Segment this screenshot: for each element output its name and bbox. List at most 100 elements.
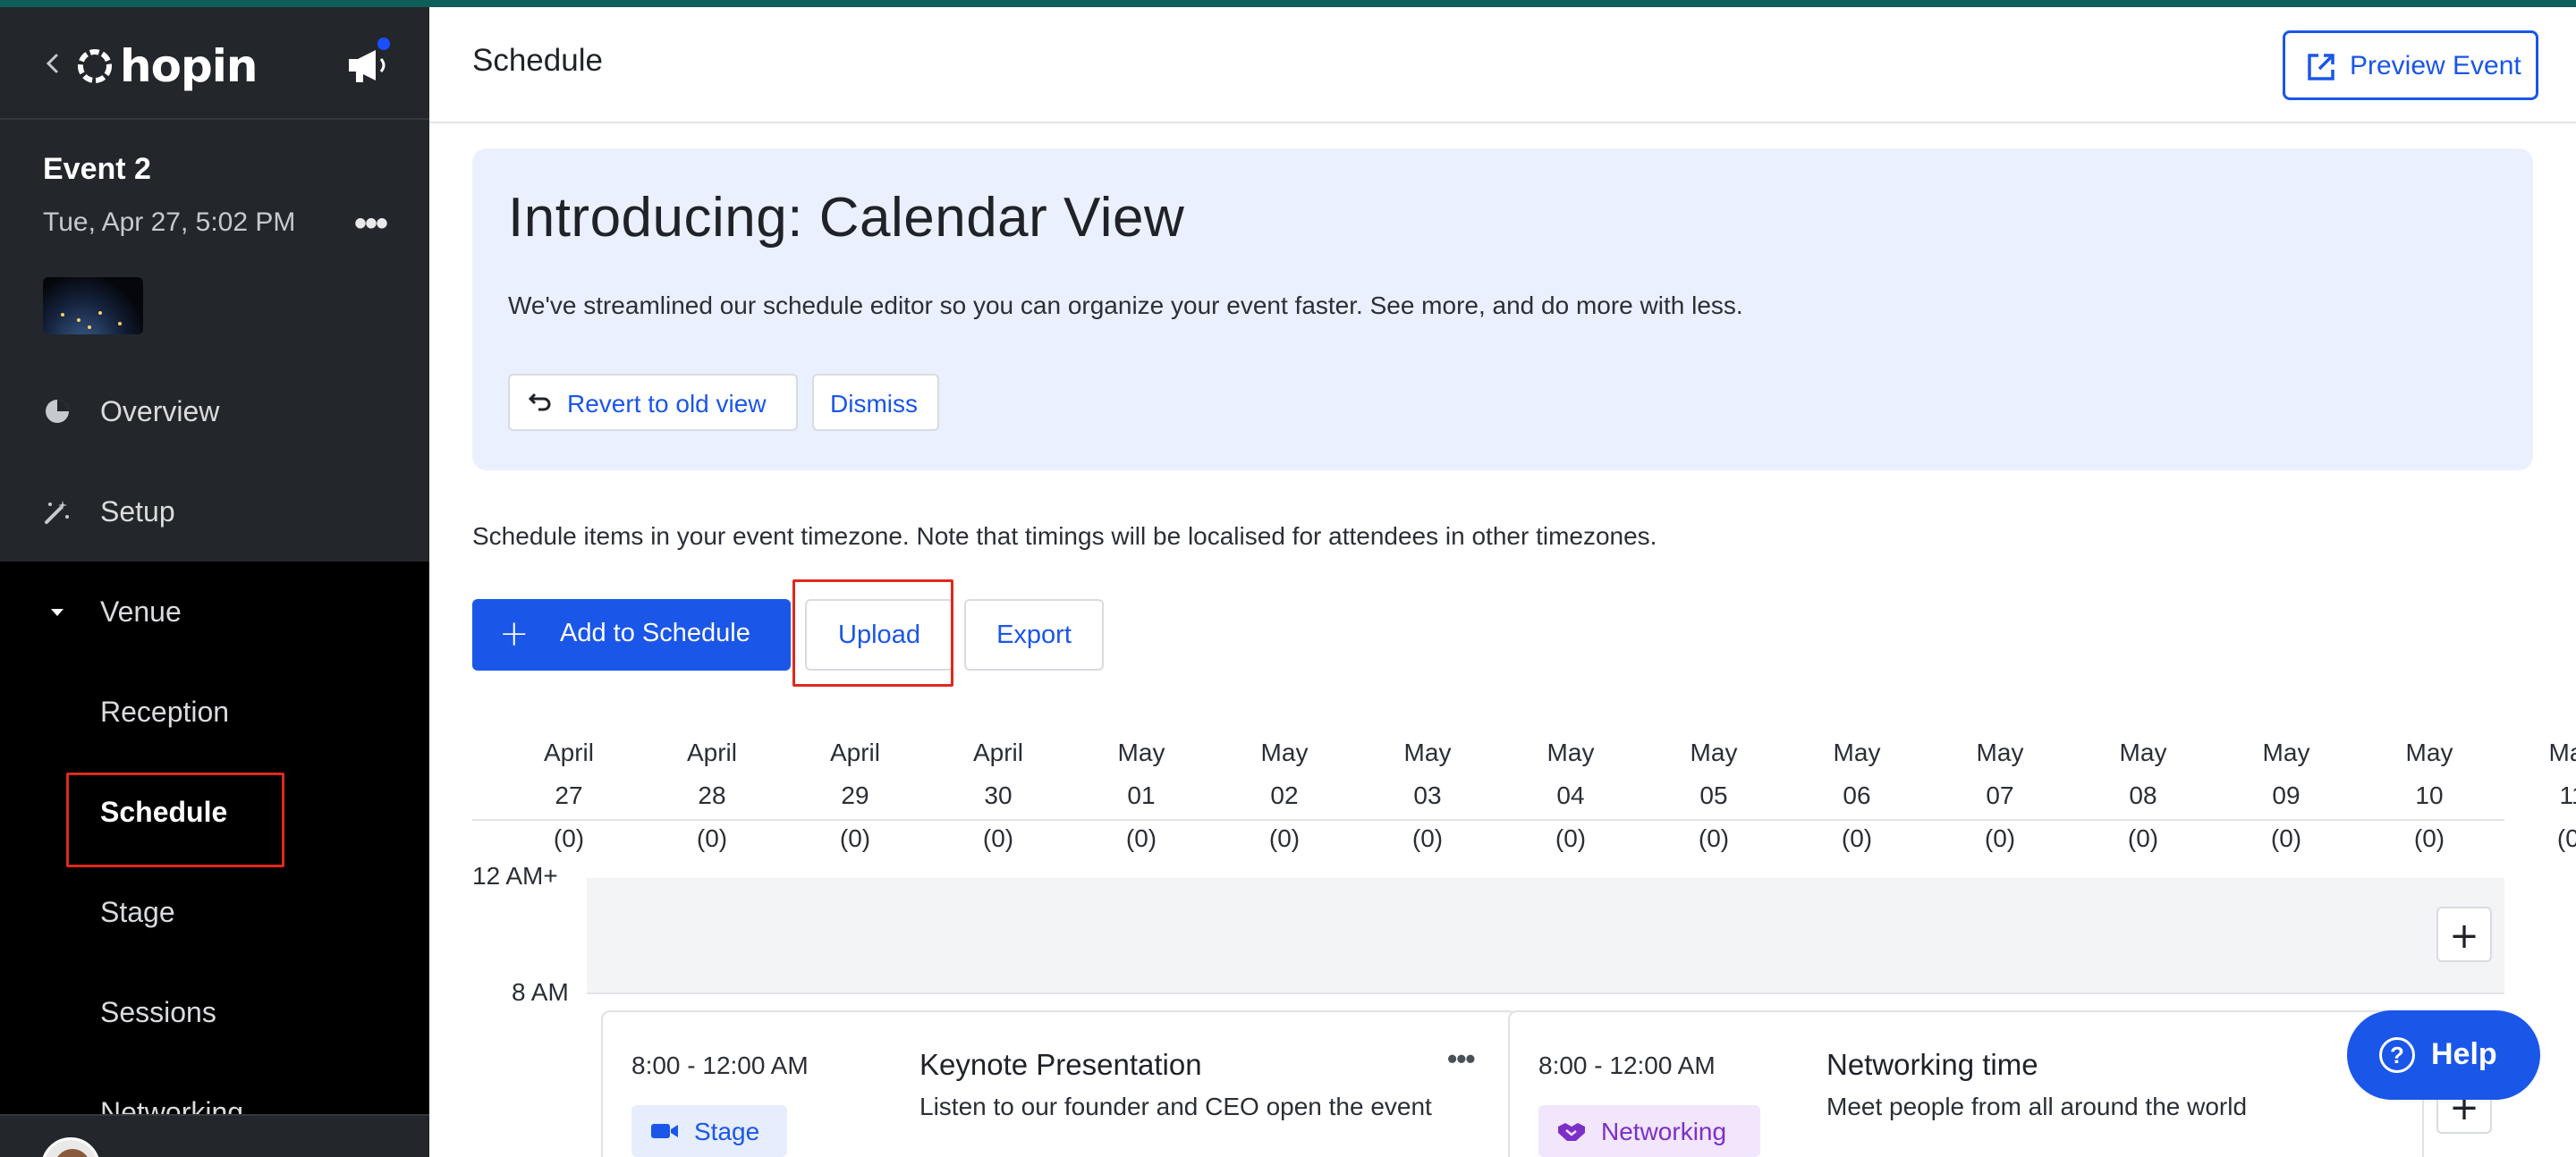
schedule-item-time: 8:00 - 12:00 AM [1538,1051,1716,1079]
nav-label-venue: Venue [100,595,182,628]
day-month: May [2548,739,2576,766]
nav-item-stage[interactable]: Stage [0,862,429,962]
event-date: Tue, Apr 27, 5:02 PM [43,207,296,237]
day-month: May [1833,739,1881,766]
day-column[interactable]: April 28 (0) [649,731,775,860]
day-count: (0) [553,824,585,852]
day-count: (0) [1125,824,1157,852]
schedule-item-description: Meet people from all around the world [1826,1093,2248,1120]
day-month: April [972,739,1023,766]
sidebar: hopin Event 2 Tue, Apr 27, 5:02 PM ••• O… [0,0,429,1157]
networking-tag: Networking [1538,1105,1760,1157]
day-column[interactable]: May 04 (0) [1508,731,1633,860]
nav-item-sessions[interactable]: Sessions [0,962,429,1062]
page-title: Schedule [472,43,603,78]
sidebar-footer [0,1114,429,1157]
revert-old-view-label: Revert to old view [567,390,767,418]
nav-label-setup: Setup [100,494,175,528]
caret-down-icon [51,609,64,616]
question-mark-icon: ? [2379,1037,2415,1073]
plus-icon: + [499,613,530,655]
calendar-header-divider [472,819,2504,821]
export-label: Export [996,621,1072,649]
page-header: Schedule Preview Event [429,7,2576,123]
event-more-icon[interactable]: ••• [354,204,388,244]
day-count: (0) [839,824,871,852]
add-to-schedule-button[interactable]: + Add to Schedule [472,599,791,671]
day-month: April [829,739,880,766]
day-column[interactable]: May 06 (0) [1794,731,1919,860]
day-column[interactable]: April 29 (0) [792,731,918,860]
day-month: May [1690,739,1738,766]
day-month: May [1260,739,1309,766]
day-count: (0) [982,824,1014,852]
day-count: (0) [2270,824,2302,852]
day-month: May [2262,739,2310,766]
banner-description: We've streamlined our schedule editor so… [508,291,1743,319]
day-column[interactable]: May 09 (0) [2224,731,2349,860]
day-count: (0) [696,824,728,852]
preview-event-label: Preview Event [2350,51,2521,80]
export-button[interactable]: Export [964,599,1104,671]
day-count: (0) [1698,824,1730,852]
day-number: 01 [1127,781,1156,809]
schedule-item-card[interactable]: 8:00 - 12:00 AM Keynote Presentation Lis… [601,1010,1517,1157]
hopin-logo-mark-icon [78,49,112,83]
networking-tag-label: Networking [1601,1118,1727,1145]
nav-item-venue[interactable]: Venue [0,562,429,662]
day-column[interactable]: May 03 (0) [1365,731,1490,860]
pie-chart-icon [46,400,69,423]
day-month: May [1976,739,2024,766]
day-column[interactable]: May 02 (0) [1222,731,1347,860]
day-number: 07 [1986,781,2014,809]
day-number: 03 [1413,781,1442,809]
schedule-item-description: Listen to our founder and CEO open the e… [919,1093,1432,1120]
help-label: Help [2431,1037,2497,1071]
schedule-item-card[interactable]: 8:00 - 12:00 AM Networking time Meet peo… [1508,1010,2424,1157]
preview-event-button[interactable]: Preview Event [2283,30,2538,100]
day-month: May [2405,739,2453,766]
dismiss-button[interactable]: Dismiss [812,374,939,431]
nav-item-overview[interactable]: Overview [0,361,429,461]
day-column[interactable]: May 01 (0) [1079,731,1204,860]
day-number: 29 [841,781,869,809]
day-column[interactable]: April 30 (0) [936,731,1061,860]
notification-dot [374,34,394,54]
nav-item-reception[interactable]: Reception [0,662,429,762]
day-column[interactable]: May 05 (0) [1651,731,1776,860]
handshake-icon [1558,1123,1585,1141]
schedule-item-title: Keynote Presentation [919,1048,1202,1081]
plus-icon: + [2449,916,2479,957]
day-column[interactable]: May 08 (0) [2080,731,2206,860]
day-column[interactable]: May 11 (0) [2510,731,2576,860]
more-options-icon[interactable]: ••• [1447,1043,1476,1076]
hopin-logo[interactable]: hopin [77,39,258,93]
nav-item-setup[interactable]: Setup [0,461,429,562]
timezone-note: Schedule items in your event timezone. N… [472,522,1657,550]
avatar[interactable] [41,1137,100,1157]
day-month: April [686,739,737,766]
revert-old-view-button[interactable]: Revert to old view [508,374,798,431]
banner-title: Introducing: Calendar View [508,187,1185,249]
calendar-overnight-slot[interactable] [587,878,2504,994]
day-column[interactable]: May 10 (0) [2367,731,2492,860]
add-slot-button[interactable]: + [2436,907,2492,962]
main-content: Schedule Preview Event Introducing: Cale… [429,7,2576,1157]
chevron-left-icon[interactable] [41,50,64,77]
schedule-item-title: Networking time [1826,1048,2038,1081]
day-count: (0) [1984,824,2016,852]
day-month: May [1117,739,1165,766]
day-column[interactable]: April 27 (0) [506,731,631,860]
brand-row: hopin [0,7,429,120]
magic-wand-icon [45,501,69,524]
day-number: 28 [698,781,726,809]
day-number: 04 [1556,781,1585,809]
help-button[interactable]: ? Help [2347,1010,2540,1100]
day-count: (0) [2556,824,2576,852]
day-column[interactable]: May 07 (0) [1937,731,2063,860]
day-month: May [1403,739,1452,766]
day-number: 06 [1843,781,1871,809]
stage-tag-label: Stage [694,1118,760,1145]
day-count: (0) [1555,824,1587,852]
day-month: May [2119,739,2167,766]
